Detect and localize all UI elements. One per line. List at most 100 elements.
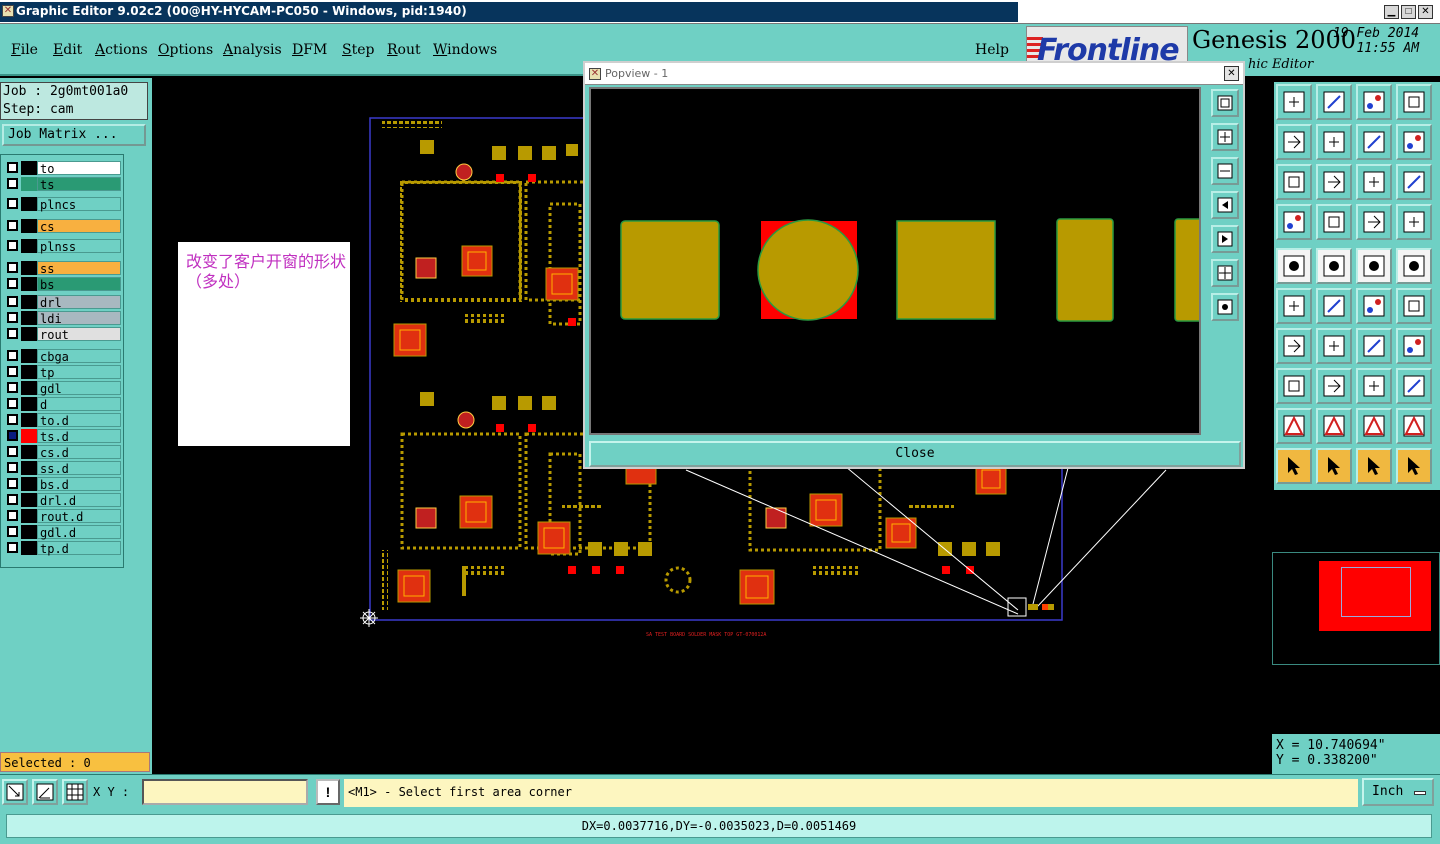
layer-checkbox[interactable] xyxy=(7,278,18,289)
layer-name[interactable]: ss xyxy=(37,261,121,276)
draw-line-tool-button[interactable] xyxy=(1316,248,1352,284)
layer-row[interactable]: tp.d xyxy=(3,541,121,556)
layer-checkbox[interactable] xyxy=(7,398,18,409)
layer-name[interactable]: rout xyxy=(37,327,121,342)
layer-row[interactable]: ✎gdl xyxy=(3,381,121,396)
popview-close-icon[interactable]: ✕ xyxy=(1224,66,1239,81)
fit-all-tool-button[interactable] xyxy=(1276,164,1312,200)
layer-color-swatch[interactable] xyxy=(21,365,37,379)
help-tool-button[interactable] xyxy=(1396,164,1432,200)
split-tool-button[interactable] xyxy=(1316,368,1352,404)
circle-tool-button[interactable] xyxy=(1396,248,1432,284)
layer-checkbox[interactable] xyxy=(7,312,18,323)
layer-name[interactable]: bs xyxy=(37,277,121,292)
popview-center-button[interactable] xyxy=(1211,293,1239,321)
grid-tool-button[interactable] xyxy=(1316,204,1352,240)
layer-checkbox[interactable] xyxy=(7,526,18,537)
measure-tool-button[interactable] xyxy=(1356,248,1392,284)
menu-dfm[interactable]: DFM xyxy=(292,42,327,58)
menu-step[interactable]: Step xyxy=(342,42,374,58)
layer-checkbox[interactable] xyxy=(7,382,18,393)
layer-color-swatch[interactable] xyxy=(21,327,37,341)
layer-color-swatch[interactable] xyxy=(21,509,37,523)
layer-checkbox[interactable] xyxy=(7,296,18,307)
house-tool-button[interactable] xyxy=(1356,84,1392,120)
layer-color-swatch[interactable] xyxy=(21,429,37,443)
layer-row[interactable]: rout xyxy=(3,327,121,342)
maximize-button[interactable]: □ xyxy=(1401,5,1416,19)
add-node-tool-button[interactable] xyxy=(1356,288,1392,324)
layer-checkbox[interactable] xyxy=(7,542,18,553)
layer-checkbox[interactable] xyxy=(7,494,18,505)
layer-color-swatch[interactable] xyxy=(21,525,37,539)
pick-tool-button[interactable] xyxy=(1356,448,1392,484)
triangle-tool-button[interactable] xyxy=(1276,408,1312,444)
menu-edit[interactable]: Edit xyxy=(53,42,82,58)
layer-name[interactable]: ts.d xyxy=(37,429,121,444)
job-matrix-button[interactable]: Job Matrix ... xyxy=(2,124,146,146)
layer-row[interactable]: drl xyxy=(3,295,121,310)
layer-color-swatch[interactable] xyxy=(21,277,37,291)
layer-name[interactable]: tp xyxy=(37,365,121,380)
layer-color-swatch[interactable] xyxy=(21,161,37,175)
layer-checkbox[interactable] xyxy=(7,478,18,489)
grid-snap-button[interactable] xyxy=(32,779,58,805)
align-tool-button[interactable] xyxy=(1356,368,1392,404)
layer-row[interactable]: ✎gdl.d xyxy=(3,525,121,540)
popview-zoom-fit-button[interactable] xyxy=(1211,89,1239,117)
layer-name[interactable]: ts xyxy=(37,177,121,192)
arc-tool-button[interactable] xyxy=(1356,328,1392,364)
pointer-tool-button[interactable] xyxy=(1276,448,1312,484)
copy-tool-button[interactable] xyxy=(1396,368,1432,404)
menu-options[interactable]: Options xyxy=(158,42,213,58)
popview-pan-right-button[interactable] xyxy=(1211,225,1239,253)
layer-row[interactable]: rout.d xyxy=(3,509,121,524)
layer-row[interactable]: tp xyxy=(3,365,121,380)
popview-zoom-out-button[interactable] xyxy=(1211,157,1239,185)
surface-tool-button[interactable] xyxy=(1276,368,1312,404)
layer-name[interactable]: cbga xyxy=(37,349,121,364)
layer-row[interactable]: bs xyxy=(3,277,121,292)
move-left-tool-button[interactable] xyxy=(1276,124,1312,160)
add-pad-tool-button[interactable] xyxy=(1276,248,1312,284)
layer-color-swatch[interactable] xyxy=(21,349,37,363)
minimap-view-window[interactable] xyxy=(1341,567,1411,617)
xy-input[interactable] xyxy=(142,779,308,805)
layout-tool-button[interactable] xyxy=(1396,84,1432,120)
menu-windows[interactable]: Windows xyxy=(433,42,497,58)
snap-mode-button[interactable] xyxy=(2,779,28,805)
select-pads-tool-button[interactable] xyxy=(1356,204,1392,240)
select-tool-button[interactable] xyxy=(1316,448,1352,484)
scale-1-2-tool-button[interactable] xyxy=(1356,164,1392,200)
layer-name[interactable]: plnss xyxy=(37,239,121,254)
layer-name[interactable]: ldi xyxy=(37,311,121,326)
properties-tool-button[interactable] xyxy=(1276,204,1312,240)
layer-row[interactable]: ss.d xyxy=(3,461,121,476)
menu-rout[interactable]: Rout xyxy=(387,42,421,58)
layer-row[interactable]: ldi xyxy=(3,311,121,326)
layer-checkbox[interactable] xyxy=(7,350,18,361)
menu-actions[interactable]: Actions xyxy=(95,42,148,58)
swap-tool-button[interactable] xyxy=(1356,124,1392,160)
layer-row[interactable]: ss xyxy=(3,261,121,276)
layer-color-swatch[interactable] xyxy=(21,493,37,507)
layer-color-swatch[interactable] xyxy=(21,295,37,309)
popview-zoom-in-button[interactable] xyxy=(1211,123,1239,151)
layer-row[interactable]: cbga xyxy=(3,349,121,364)
close-window-button[interactable]: ✕ xyxy=(1418,5,1433,19)
layer-row[interactable]: bs.d xyxy=(3,477,121,492)
triangle-3-tool-button[interactable] xyxy=(1356,408,1392,444)
layer-row[interactable]: ✎to.d xyxy=(3,413,121,428)
layer-color-swatch[interactable] xyxy=(21,197,37,211)
layer-checkbox[interactable] xyxy=(7,510,18,521)
snap-node-tool-button[interactable] xyxy=(1396,448,1432,484)
layer-name[interactable]: rout.d xyxy=(37,509,121,524)
layer-color-swatch[interactable] xyxy=(21,477,37,491)
layer-color-swatch[interactable] xyxy=(21,461,37,475)
overview-minimap[interactable] xyxy=(1272,552,1440,665)
layer-checkbox[interactable] xyxy=(7,446,18,457)
layer-checkbox[interactable] xyxy=(7,162,18,173)
layer-name[interactable]: bs.d xyxy=(37,477,121,492)
layer-name[interactable]: to xyxy=(37,161,121,176)
layer-row[interactable]: drl.d xyxy=(3,493,121,508)
